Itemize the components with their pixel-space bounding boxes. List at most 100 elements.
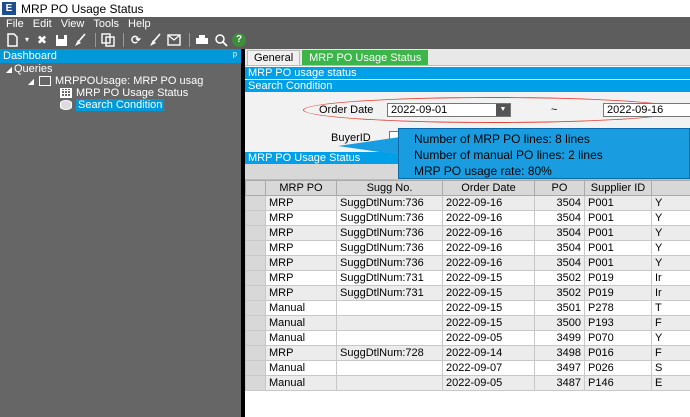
cell-order-date: 2022-09-15 <box>442 270 535 286</box>
table-row[interactable]: MRP SuggDtlNum:736 2022-09-16 3504 P001 Y <box>245 195 690 211</box>
cell-sugg-no: SuggDtlNum:736 <box>336 255 443 271</box>
clear-icon[interactable] <box>147 32 163 48</box>
row-selector[interactable] <box>245 270 266 286</box>
grid-corner <box>245 180 266 196</box>
row-selector[interactable] <box>245 375 266 391</box>
cell-supplier-id: P001 <box>584 195 652 211</box>
table-row[interactable]: Manual 2022-09-15 3500 P193 F <box>245 315 690 331</box>
order-date-to-field[interactable]: 2022-09-16 <box>603 103 690 117</box>
column-header-supplier-id[interactable]: Supplier ID <box>584 180 652 196</box>
toolbar: ▾ ✖ ⟳ ? <box>0 31 690 49</box>
row-selector[interactable] <box>245 315 266 331</box>
row-selector[interactable] <box>245 210 266 226</box>
copy-icon[interactable] <box>100 32 116 48</box>
refresh-icon[interactable]: ⟳ <box>128 32 144 48</box>
cell-po: 3500 <box>534 315 585 331</box>
cell-sugg-no <box>336 315 443 331</box>
cell-supplier-id: P193 <box>584 315 652 331</box>
row-selector[interactable] <box>245 360 266 376</box>
row-selector[interactable] <box>245 255 266 271</box>
order-date-from-field[interactable]: 2022-09-01 ▼ <box>387 103 511 117</box>
column-header-order-date[interactable]: Order Date <box>442 180 535 196</box>
row-selector[interactable] <box>245 300 266 316</box>
clear-broom-icon[interactable] <box>72 32 88 48</box>
row-selector[interactable] <box>245 225 266 241</box>
print-icon[interactable] <box>194 32 210 48</box>
window-title: MRP PO Usage Status <box>21 1 144 16</box>
expand-triangle-icon[interactable]: ◢ <box>4 65 14 74</box>
cell-po: 3487 <box>534 375 585 391</box>
tab-mrp-po-usage-status[interactable]: MRP PO Usage Status <box>302 50 429 65</box>
cell-sugg-no <box>336 375 443 391</box>
column-header-sugg-no[interactable]: Sugg No. <box>336 180 443 196</box>
section-search-condition: Search Condition <box>245 80 690 92</box>
cell-po: 3502 <box>534 285 585 301</box>
cell-po: 3502 <box>534 270 585 286</box>
cell-sugg-no <box>336 300 443 316</box>
column-header-mrp-po[interactable]: MRP PO <box>265 180 337 196</box>
cell-order-date: 2022-09-16 <box>442 225 535 241</box>
toolbar-separator <box>123 33 124 47</box>
tree-queries-label: Queries <box>14 63 53 75</box>
column-header-supplier-name[interactable] <box>651 180 690 196</box>
cell-sugg-no: SuggDtlNum:731 <box>336 285 443 301</box>
table-row[interactable]: Manual 2022-09-05 3499 P070 Y <box>245 330 690 346</box>
cell-supplier-name: S <box>651 360 690 376</box>
tree-queries[interactable]: ◢ Queries <box>0 63 241 75</box>
cell-supplier-id: P070 <box>584 330 652 346</box>
tab-general[interactable]: General <box>247 50 301 65</box>
cell-mrp-po: MRP <box>265 345 337 361</box>
cell-supplier-name: E <box>651 375 690 391</box>
cell-supplier-name: Ir <box>651 285 690 301</box>
section-usage-status: MRP PO usage status <box>245 67 690 79</box>
row-selector[interactable] <box>245 285 266 301</box>
row-selector[interactable] <box>245 195 266 211</box>
table-row[interactable]: MRP SuggDtlNum:728 2022-09-14 3498 P016 F <box>245 345 690 361</box>
tree-query-node[interactable]: ◢ MRPPOUsage: MRP PO usag <box>0 75 241 87</box>
cell-order-date: 2022-09-05 <box>442 330 535 346</box>
menu-help[interactable]: Help <box>128 18 151 30</box>
expand-triangle-icon[interactable]: ◢ <box>26 77 36 86</box>
row-selector[interactable] <box>245 240 266 256</box>
order-date-from-value: 2022-09-01 <box>391 104 448 116</box>
table-row[interactable]: MRP SuggDtlNum:736 2022-09-16 3504 P001 Y <box>245 240 690 256</box>
cell-mrp-po: Manual <box>265 330 337 346</box>
dropdown-arrow-icon[interactable]: ▾ <box>23 32 31 48</box>
cell-order-date: 2022-09-07 <box>442 360 535 376</box>
cell-order-date: 2022-09-15 <box>442 285 535 301</box>
pin-icon[interactable]: ᵖ <box>233 50 237 62</box>
summary-callout: Number of MRP PO lines: 8 lines Number o… <box>398 128 690 179</box>
menu-tools[interactable]: Tools <box>93 18 119 30</box>
cell-order-date: 2022-09-16 <box>442 255 535 271</box>
database-icon <box>60 100 72 110</box>
menu-file[interactable]: File <box>6 18 24 30</box>
delete-icon[interactable]: ✖ <box>34 32 50 48</box>
table-row[interactable]: MRP SuggDtlNum:736 2022-09-16 3504 P001 Y <box>245 225 690 241</box>
table-row[interactable]: Manual 2022-09-05 3487 P146 E <box>245 375 690 391</box>
save-icon[interactable] <box>53 32 69 48</box>
cell-supplier-name: F <box>651 345 690 361</box>
column-header-po[interactable]: PO <box>534 180 585 196</box>
mail-icon[interactable] <box>166 32 182 48</box>
table-row[interactable]: MRP SuggDtlNum:736 2022-09-16 3504 P001 Y <box>245 255 690 271</box>
table-row[interactable]: MRP SuggDtlNum:736 2022-09-16 3504 P001 Y <box>245 210 690 226</box>
tree-item-usage-status[interactable]: MRP PO Usage Status <box>0 87 241 99</box>
table-row[interactable]: MRP SuggDtlNum:731 2022-09-15 3502 P019 Ir <box>245 270 690 286</box>
cell-supplier-id: P001 <box>584 255 652 271</box>
tree-item-search-condition[interactable]: Search Condition <box>0 99 241 111</box>
print-preview-icon[interactable] <box>213 32 229 48</box>
new-icon[interactable] <box>4 32 20 48</box>
cell-order-date: 2022-09-16 <box>442 195 535 211</box>
row-selector[interactable] <box>245 345 266 361</box>
cell-order-date: 2022-09-16 <box>442 240 535 256</box>
menu-edit[interactable]: Edit <box>33 18 52 30</box>
table-row[interactable]: MRP SuggDtlNum:731 2022-09-15 3502 P019 Ir <box>245 285 690 301</box>
row-selector[interactable] <box>245 330 266 346</box>
table-row[interactable]: Manual 2022-09-15 3501 P278 T <box>245 300 690 316</box>
help-icon[interactable]: ? <box>232 33 246 47</box>
cell-mrp-po: Manual <box>265 315 337 331</box>
table-row[interactable]: Manual 2022-09-07 3497 P026 S <box>245 360 690 376</box>
dropdown-arrow-icon[interactable]: ▼ <box>496 104 510 116</box>
menu-view[interactable]: View <box>61 18 85 30</box>
grid-icon <box>60 88 72 98</box>
